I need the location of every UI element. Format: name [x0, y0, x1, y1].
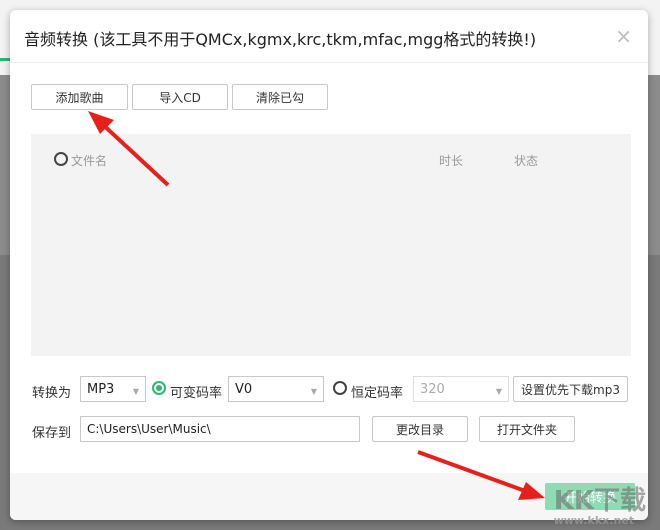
dialog-title: 音频转换 (该工具不用于QMCx,kgmx,krc,tkm,mfac,mgg格式… [24, 30, 537, 49]
format-select[interactable]: MP3 ▼ [80, 376, 146, 402]
open-folder-button[interactable]: 打开文件夹 [479, 416, 575, 442]
watermark-url: www.kkx.net [553, 514, 634, 527]
prefer-mp3-button[interactable]: 设置优先下载mp3 [513, 376, 628, 402]
audio-convert-dialog: 音频转换 (该工具不用于QMCx,kgmx,krc,tkm,mfac,mgg格式… [10, 10, 648, 520]
column-duration: 时长 [439, 154, 464, 168]
cbr-value: 320 [420, 381, 445, 397]
chevron-down-icon: ▼ [310, 387, 317, 396]
chevron-down-icon: ▼ [132, 387, 139, 396]
save-to-label: 保存到 [32, 426, 72, 441]
vbr-value: V0 [235, 381, 253, 397]
close-icon[interactable]: × [615, 24, 632, 48]
convert-to-label: 转换为 [32, 386, 72, 401]
cbr-radio[interactable] [333, 381, 347, 395]
format-value: MP3 [87, 381, 115, 397]
change-dir-button[interactable]: 更改目录 [372, 416, 468, 442]
vbr-select[interactable]: V0 ▼ [228, 376, 324, 402]
column-status: 状态 [514, 154, 539, 168]
import-cd-button[interactable]: 导入CD [132, 84, 228, 110]
column-filename: 文件名 [71, 154, 108, 168]
cbr-label: 恒定码率 [351, 386, 404, 401]
watermark-logo: KK下载 [553, 486, 646, 516]
clear-checked-button[interactable]: 清除已勾 [232, 84, 328, 110]
divider [10, 62, 648, 63]
save-path-input[interactable]: C:\Users\User\Music\ [80, 416, 360, 442]
vbr-radio[interactable] [152, 381, 166, 395]
select-all-radio[interactable] [54, 152, 68, 166]
chevron-down-icon: ▼ [495, 387, 502, 396]
cbr-select[interactable]: 320 ▼ [413, 376, 509, 402]
file-list: 文件名 时长 状态 [31, 134, 631, 356]
add-song-button[interactable]: 添加歌曲 [31, 84, 128, 110]
vbr-label: 可变码率 [170, 386, 223, 401]
